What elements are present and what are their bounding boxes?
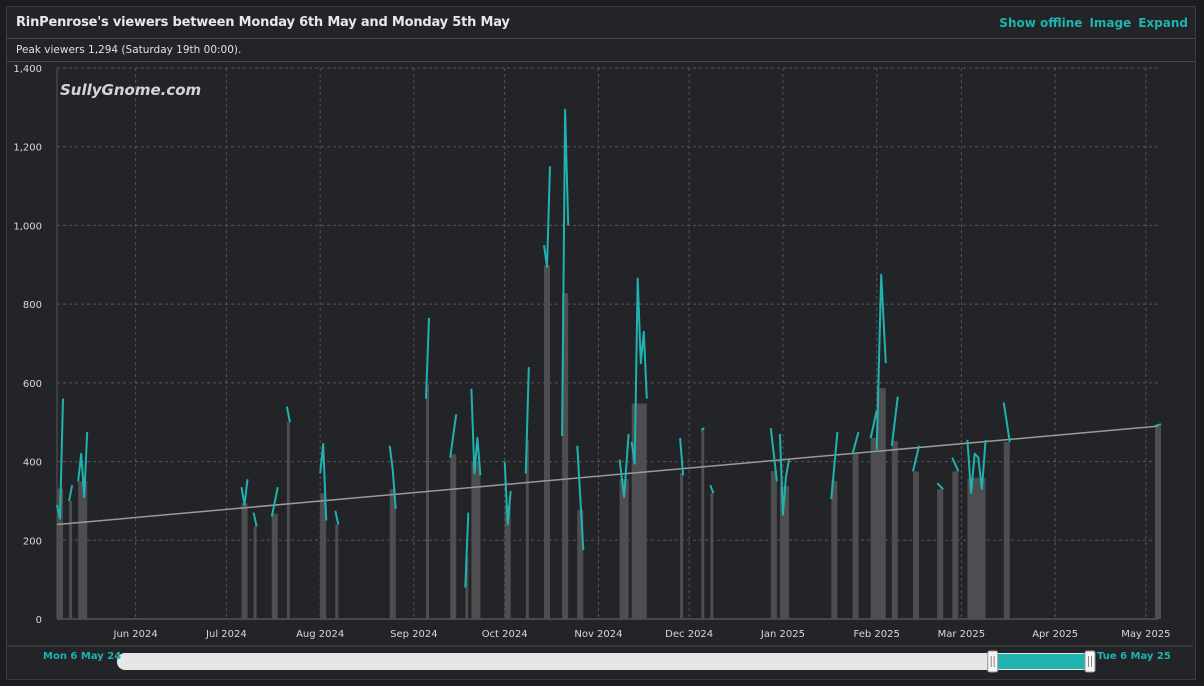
- viewer-line-segment: [1154, 423, 1162, 428]
- viewer-line-segment: [285, 406, 291, 423]
- navigator-end-label: Tue 6 May 25: [1097, 651, 1171, 662]
- stream-bar: [450, 454, 457, 619]
- x-tick-label: Mar 2025: [938, 629, 986, 640]
- stream-bar: [770, 471, 777, 619]
- y-tick-label: 0: [36, 615, 42, 626]
- stream-bar: [286, 422, 290, 619]
- stream-bar: [619, 479, 629, 619]
- y-axis-labels: 0 200 400 600 800 1,000 1,200 1,400: [13, 64, 42, 626]
- navigator-handle: [987, 650, 999, 673]
- viewer-line-segment: [270, 487, 279, 517]
- x-tick-label: Apr 2025: [1032, 629, 1078, 640]
- viewer-line-segment: [951, 457, 960, 472]
- stream-bar: [69, 500, 73, 619]
- stream-bar: [78, 481, 88, 619]
- watermark: SullyGnome.com: [60, 81, 201, 99]
- y-tick-label: 800: [23, 300, 42, 311]
- range-navigator[interactable]: [7, 645, 1193, 673]
- stream-bar: [952, 471, 959, 619]
- x-tick-label: May 2025: [1121, 629, 1170, 640]
- stream-bar: [967, 477, 986, 619]
- stream-bar: [543, 265, 551, 619]
- viewer-line-segment: [240, 479, 249, 506]
- stream-bars: [57, 265, 1161, 619]
- y-tick-label: 1,000: [13, 221, 42, 232]
- y-tick-label: 1,400: [13, 64, 42, 75]
- stream-bar: [870, 437, 877, 619]
- viewer-line-segment: [700, 427, 705, 431]
- navigator-track: [117, 653, 1090, 670]
- viewer-lines: [56, 108, 1162, 588]
- y-tick-label: 400: [23, 458, 42, 469]
- stream-bar: [710, 493, 714, 619]
- x-tick-label: Jul 2024: [205, 629, 247, 640]
- navigator-handle: [1084, 650, 1096, 673]
- y-tick-label: 600: [23, 379, 42, 390]
- viewer-line-segment: [936, 482, 944, 490]
- viewer-line-segment: [543, 166, 551, 268]
- trend-line: [56, 425, 1159, 526]
- viewer-line-segment: [709, 484, 715, 494]
- viewer-line-segment: [68, 485, 74, 502]
- stream-bar: [912, 471, 920, 619]
- stream-bar: [253, 526, 257, 619]
- x-axis-labels: Jun 2024 Jul 2024 Aug 2024 Sep 2024 Oct 2024…: [113, 629, 1171, 640]
- y-tick-label: 1,200: [13, 143, 42, 154]
- stream-bar: [335, 524, 339, 619]
- stream-bar: [831, 480, 838, 619]
- x-tick-label: Dec 2024: [665, 629, 713, 640]
- grid-lines: [56, 67, 1158, 620]
- x-tick-label: Jun 2024: [113, 629, 158, 640]
- stream-bar: [937, 489, 944, 619]
- stream-bar: [1003, 441, 1010, 619]
- stream-bar: [680, 472, 684, 619]
- viewer-line-segment: [679, 437, 685, 476]
- viewer-line-segment: [890, 396, 899, 446]
- stream-bar: [471, 461, 481, 619]
- viewer-line-segment: [912, 445, 920, 472]
- stream-bar: [271, 513, 278, 619]
- stream-bar: [891, 441, 898, 619]
- x-tick-label: Jan 2025: [760, 629, 805, 640]
- viewer-line-segment: [869, 410, 878, 439]
- x-tick-label: Sep 2024: [390, 629, 437, 640]
- viewer-line-segment: [851, 431, 860, 454]
- navigator-start-label: Mon 6 May 24: [43, 651, 122, 662]
- x-tick-label: Nov 2024: [574, 629, 622, 640]
- x-tick-label: Feb 2025: [854, 629, 900, 640]
- viewer-line-segment: [449, 414, 458, 458]
- stream-bar: [241, 503, 248, 619]
- x-tick-label: Oct 2024: [482, 629, 528, 640]
- x-tick-label: Aug 2024: [296, 629, 344, 640]
- viewer-line-segment: [1002, 402, 1011, 443]
- stream-bar: [852, 453, 859, 619]
- viewer-line-segment: [334, 510, 340, 525]
- stream-bar: [631, 403, 647, 619]
- stream-bar: [701, 430, 705, 619]
- y-tick-label: 200: [23, 536, 42, 547]
- viewers-chart: 0 200 400 600 800 1,000 1,200 1,400 Jun 2024 Jul…: [7, 64, 1193, 673]
- stream-bar: [426, 384, 430, 619]
- navigator-selection: [992, 654, 1090, 669]
- viewer-line-segment: [252, 512, 258, 527]
- stream-bar: [1154, 426, 1161, 619]
